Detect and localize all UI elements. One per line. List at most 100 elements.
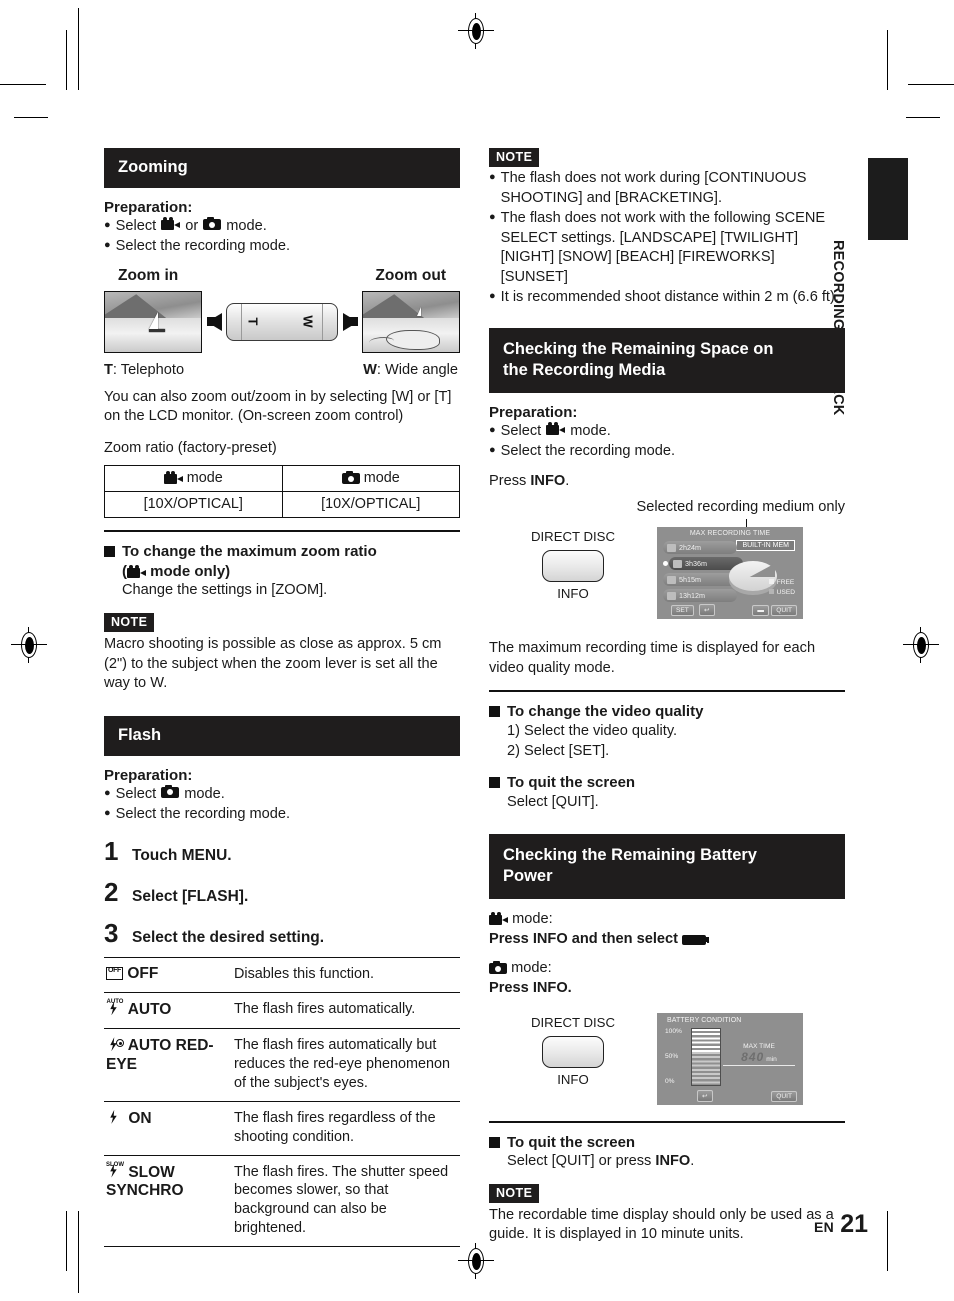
lcd-quality-row-1[interactable]: 2h24m: [663, 541, 737, 555]
crop-mark: [78, 8, 80, 90]
registration-mark: [458, 1243, 494, 1279]
lcd-softkey-battery[interactable]: ▬: [752, 605, 769, 617]
side-tab-block: [868, 158, 908, 240]
zoom-direction-labels: Zoom in Zoom out: [104, 267, 460, 285]
zoom-ratio-caption: Zoom ratio (factory-preset): [104, 439, 277, 456]
flash-option-on-desc: The flash fires regardless of the shooti…: [226, 1100, 460, 1156]
flash-step-3-number: 3: [104, 918, 119, 949]
direct-disc-label: DIRECT DISC: [530, 1014, 616, 1030]
zooming-prep-1-post: mode.: [226, 218, 267, 235]
flash-prep-item-1: ● Select mode.: [104, 784, 460, 805]
zoom-out-label: Zoom out: [375, 266, 446, 284]
battery-quit-sub-post: .: [690, 1153, 695, 1169]
telephoto-text: : Telephoto: [112, 361, 185, 378]
zoom-legend-row: T: Telephoto W: Wide angle: [104, 362, 460, 378]
flash-step-2-text: Select [FLASH].: [132, 888, 249, 906]
flash-step-1-text: Touch MENU.: [132, 847, 232, 865]
battery-quit-screen-sub: Select [QUIT] or press INFO.: [489, 1152, 845, 1172]
registration-mark: [458, 13, 494, 49]
flash-option-auto: AUTO AUTO: [104, 992, 226, 1029]
quality-icon: [673, 559, 682, 568]
flash-auto-icon: AUTO: [106, 999, 124, 1016]
lcd-recording-time-screen: MAX RECORDING TIME BUILT-IN MEM 2h24m 3h…: [657, 527, 803, 620]
bullet-dot-icon: ●: [489, 443, 496, 456]
note-tag: NOTE: [489, 1183, 540, 1203]
battery-note-body: The recordable time display should only …: [489, 1206, 834, 1243]
flash-option-on-label: ON: [128, 1109, 152, 1127]
battery-quit-screen-heading-text: To quit the screen: [507, 1133, 636, 1151]
footer-page-number: 21: [840, 1210, 868, 1238]
arrow-right-icon: [342, 312, 358, 331]
zooming-prep-item-2: ● Select the recording mode.: [104, 237, 460, 257]
wide-angle-key: W: [363, 361, 377, 378]
battery-still-mode-line: mode:: [489, 959, 845, 979]
remaining-space-heading-line1: Checking the Remaining Space on: [503, 339, 774, 358]
flash-option-auto-label: AUTO: [127, 1001, 172, 1019]
change-video-quality-step-1: 1) Select the video quality.: [507, 722, 678, 739]
press-info-key: INFO: [530, 472, 566, 489]
zooming-prep-2-text: Select the recording mode.: [115, 237, 291, 254]
lever-t-label: T: [245, 317, 261, 326]
battery-video-instruction: Press INFO and then select .: [489, 930, 845, 950]
press-info-pre: Press: [489, 472, 531, 489]
remaining-battery-illustration: DIRECT DISC INFO BATTERY CONDITION 100% …: [489, 1012, 845, 1109]
battery-quit-sub-pre: Select [QUIT] or press: [507, 1153, 656, 1169]
flash-on-icon: [106, 1109, 124, 1125]
zoom-ratio-table: mode mode [10X/OPTICAL] [10X/OPTICAL]: [104, 465, 460, 519]
lcd-title: MAX RECORDING TIME: [689, 530, 771, 538]
flash-option-slow-synchro: SLOW SLOW SYNCHRO: [104, 1154, 226, 1247]
flash-prep-1-pre: Select: [115, 785, 157, 802]
remaining-space-prep-2-text: Select the recording mode.: [500, 442, 676, 459]
info-button[interactable]: [542, 1035, 604, 1068]
lcd-battery-screen: BATTERY CONDITION 100% 50% 0% MAX TIME 8…: [657, 1012, 803, 1105]
flash-option-off-desc: Disables this function.: [226, 957, 460, 993]
change-video-quality-heading: To change the video quality: [489, 702, 845, 722]
lcd-softkey-quit[interactable]: QUIT: [771, 1090, 797, 1102]
remaining-space-prep-item-1: ● Select mode.: [489, 422, 845, 442]
zoom-in-thumbnail: [104, 290, 202, 353]
info-button[interactable]: [542, 550, 604, 583]
lcd-pct-50: 50%: [665, 1052, 679, 1060]
battery-still-instruction: Press INFO.: [489, 979, 572, 996]
registration-mark: [11, 627, 47, 663]
bullet-dot-icon: ●: [104, 238, 111, 251]
flash-option-auto-desc: The flash fires automatically.: [226, 992, 460, 1029]
crop-mark: [66, 30, 68, 90]
note-tag: NOTE: [489, 148, 540, 167]
lcd-softkey-back[interactable]: ↩: [697, 1089, 713, 1102]
crop-mark: [14, 117, 48, 119]
lcd-battery-title: BATTERY CONDITION: [667, 1016, 742, 1024]
lcd-quality-row-4[interactable]: 13h12m: [663, 589, 737, 603]
lcd-softkey-back[interactable]: ↩: [699, 604, 715, 617]
flash-option-off-label: OFF: [127, 965, 159, 983]
crop-mark: [908, 84, 954, 86]
flash-prep-1-post: mode.: [184, 785, 225, 802]
info-button-group: DIRECT DISC INFO: [513, 529, 633, 601]
crop-mark: [906, 117, 940, 119]
table-row: [10X/OPTICAL] [10X/OPTICAL]: [104, 491, 460, 519]
flash-preparation-title: Preparation:: [104, 766, 193, 784]
zoom-ratio-value-video: [10X/OPTICAL]: [104, 491, 283, 519]
lever-w-label: W: [300, 315, 316, 328]
battery-video-mode-suffix: mode:: [512, 911, 553, 928]
telephoto-legend: T: Telephoto: [104, 362, 184, 378]
flash-note-item-2-text: The flash does not work with the followi…: [500, 209, 826, 286]
change-zoom-ratio-sub: Change the settings in [ZOOM].: [122, 582, 328, 599]
bullet-dot-icon: ●: [104, 219, 111, 232]
info-label: INFO: [557, 586, 589, 602]
change-zoom-ratio-heading-line1: To change the maximum zoom ratio: [122, 543, 377, 561]
flash-option-auto-redeye: AUTO RED-EYE: [104, 1028, 226, 1102]
lcd-softkey-set[interactable]: SET: [671, 605, 694, 617]
lcd-quality-row-3[interactable]: 5h15m: [663, 573, 737, 587]
lcd-pct-0: 0%: [665, 1077, 675, 1085]
battery-quit-sub-key: INFO: [655, 1153, 691, 1169]
remaining-space-preparation-title: Preparation:: [489, 404, 578, 422]
battery-icon: [682, 934, 710, 945]
zoom-lever-illustration: T W: [226, 302, 338, 341]
lcd-softkey-quit[interactable]: QUIT: [771, 605, 797, 617]
info-button-group: DIRECT DISC INFO: [513, 1015, 633, 1087]
zooming-note: NOTE Macro shooting is possible as close…: [104, 612, 460, 694]
flash-option-auto-redeye-desc: The flash fires automatically but reduce…: [226, 1028, 460, 1102]
footer-language: EN: [813, 1219, 835, 1235]
still-mode-icon: [203, 217, 222, 231]
